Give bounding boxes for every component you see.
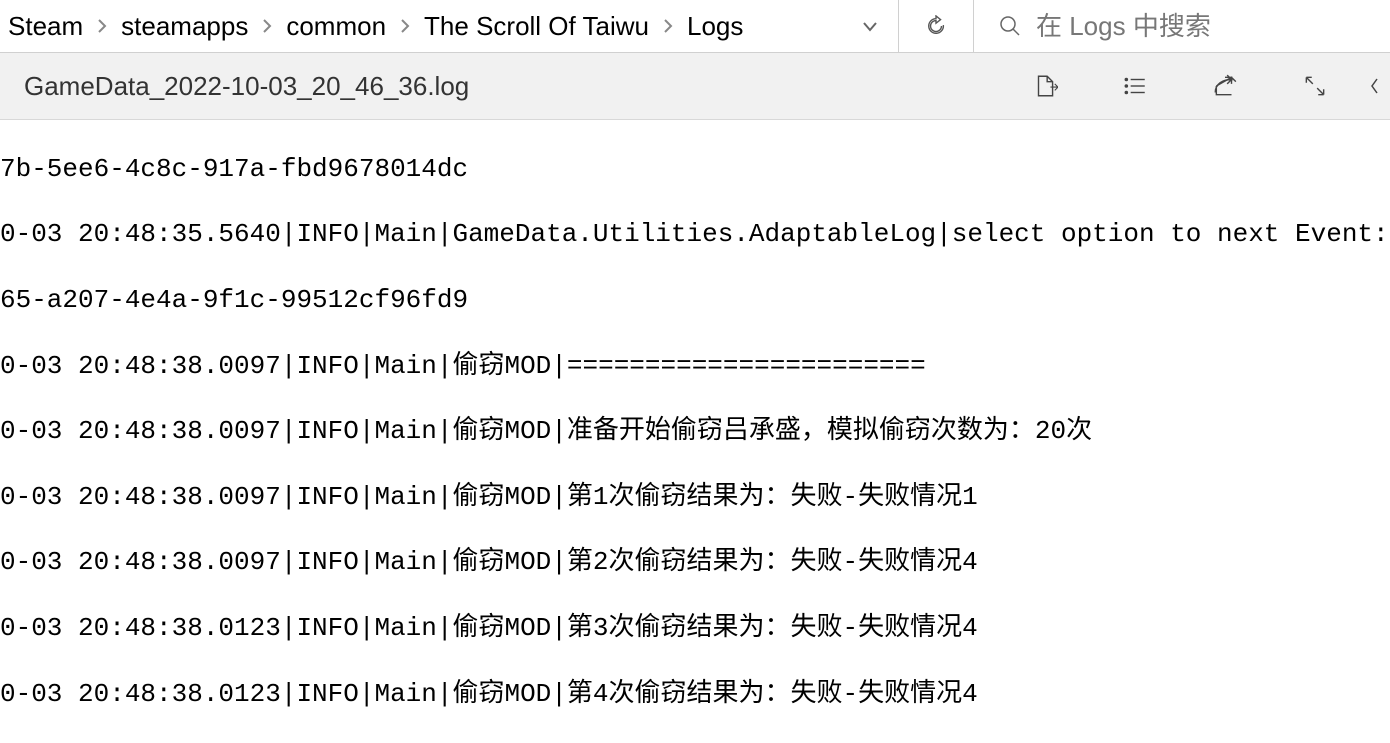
log-line: 65-a207-4e4a-9f1c-99512cf96fd9: [0, 284, 1390, 317]
share-button[interactable]: [1180, 53, 1270, 120]
log-line: 0-03 20:48:38.0123|INFO|Main|偷窃MOD|第4次偷窃…: [0, 678, 1390, 711]
chevron-right-icon: [87, 18, 117, 34]
log-line: 0-03 20:48:38.0123|INFO|Main|偷窃MOD|第3次偷窃…: [0, 612, 1390, 645]
log-line: 0-03 20:48:38.0097|INFO|Main|偷窃MOD|第2次偷窃…: [0, 546, 1390, 579]
fullscreen-button[interactable]: [1270, 53, 1360, 120]
log-line: 0-03 20:48:38.0097|INFO|Main|偷窃MOD|准备开始偷…: [0, 415, 1390, 448]
search-input[interactable]: [1036, 11, 1390, 42]
chevron-right-icon: [390, 18, 420, 34]
tab-bar: GameData_2022-10-03_20_46_36.log: [0, 53, 1390, 120]
chevron-right-icon: [252, 18, 282, 34]
chevron-right-icon: [653, 18, 683, 34]
breadcrumb-dropdown-icon[interactable]: [842, 17, 898, 35]
search-icon: [998, 14, 1022, 38]
breadcrumb[interactable]: Steam steamapps common The Scroll Of Tai…: [0, 11, 842, 42]
log-line: 0-03 20:48:38.0097|INFO|Main|偷窃MOD|第1次偷窃…: [0, 481, 1390, 514]
tab-actions: [1000, 53, 1390, 120]
breadcrumb-bar: Steam steamapps common The Scroll Of Tai…: [0, 0, 1390, 53]
breadcrumb-item[interactable]: common: [282, 11, 390, 42]
file-tab[interactable]: GameData_2022-10-03_20_46_36.log: [24, 71, 1000, 102]
log-line: 7b-5ee6-4c8c-917a-fbd9678014dc: [0, 153, 1390, 186]
refresh-button[interactable]: [899, 0, 973, 52]
new-file-button[interactable]: [1000, 53, 1090, 120]
log-content[interactable]: 7b-5ee6-4c8c-917a-fbd9678014dc 0-03 20:4…: [0, 120, 1390, 743]
list-button[interactable]: [1090, 53, 1180, 120]
breadcrumb-item[interactable]: Logs: [683, 11, 747, 42]
log-line: 0-03 20:48:38.0097|INFO|Main|偷窃MOD|=====…: [0, 350, 1390, 383]
breadcrumb-item[interactable]: Steam: [4, 11, 87, 42]
log-line: 0-03 20:48:35.5640|INFO|Main|GameData.Ut…: [0, 218, 1390, 251]
breadcrumb-item[interactable]: steamapps: [117, 11, 252, 42]
more-button[interactable]: [1360, 53, 1390, 120]
search-box[interactable]: [974, 0, 1390, 52]
breadcrumb-item[interactable]: The Scroll Of Taiwu: [420, 11, 653, 42]
